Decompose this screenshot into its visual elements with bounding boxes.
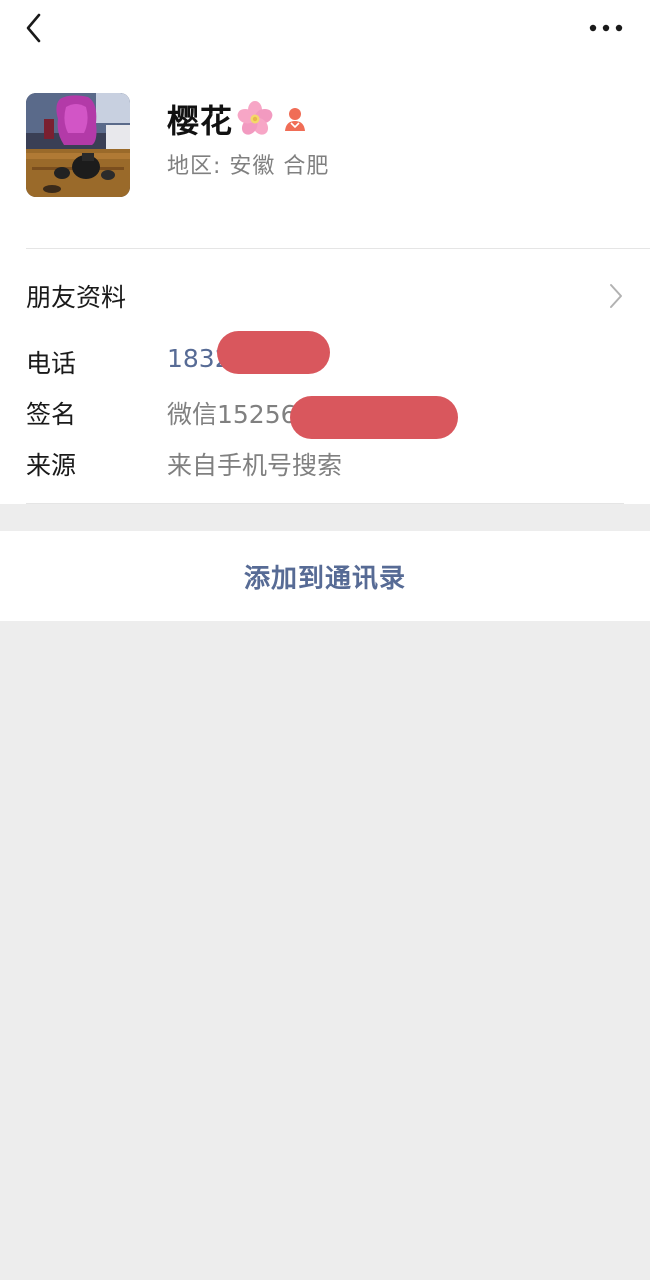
source-row: 来源 来自手机号搜索 (0, 440, 650, 486)
add-to-contacts-label: 添加到通讯录 (243, 563, 406, 594)
friend-info-row[interactable]: 朋友资料 (0, 262, 650, 330)
friend-info-label: 朋友资料 (26, 283, 127, 312)
more-dots-icon (589, 24, 623, 32)
profile-name: 樱花 (167, 102, 234, 140)
profile-region: 地区: 安徽 合肥 (167, 154, 330, 179)
chevron-right-icon (610, 284, 622, 308)
phone-label: 电话 (26, 349, 77, 378)
avatar[interactable] (26, 93, 130, 197)
source-label: 来源 (26, 451, 77, 480)
source-value: 来自手机号搜索 (167, 451, 343, 480)
more-button[interactable] (584, 10, 628, 46)
add-to-contacts-button[interactable]: 添加到通讯录 (0, 531, 650, 621)
back-button[interactable] (14, 8, 54, 48)
profile-name-row: 樱花 (167, 96, 309, 142)
phone-redaction (217, 331, 330, 374)
female-user-icon (285, 108, 306, 131)
avatar-photo (26, 93, 130, 197)
divider (26, 248, 650, 249)
divider (26, 503, 624, 504)
signature-value: 微信15256 (167, 400, 297, 429)
signature-label: 签名 (26, 400, 77, 429)
cherry-blossom-icon (237, 101, 273, 135)
signature-redaction (290, 396, 458, 439)
chevron-left-icon (26, 13, 41, 43)
